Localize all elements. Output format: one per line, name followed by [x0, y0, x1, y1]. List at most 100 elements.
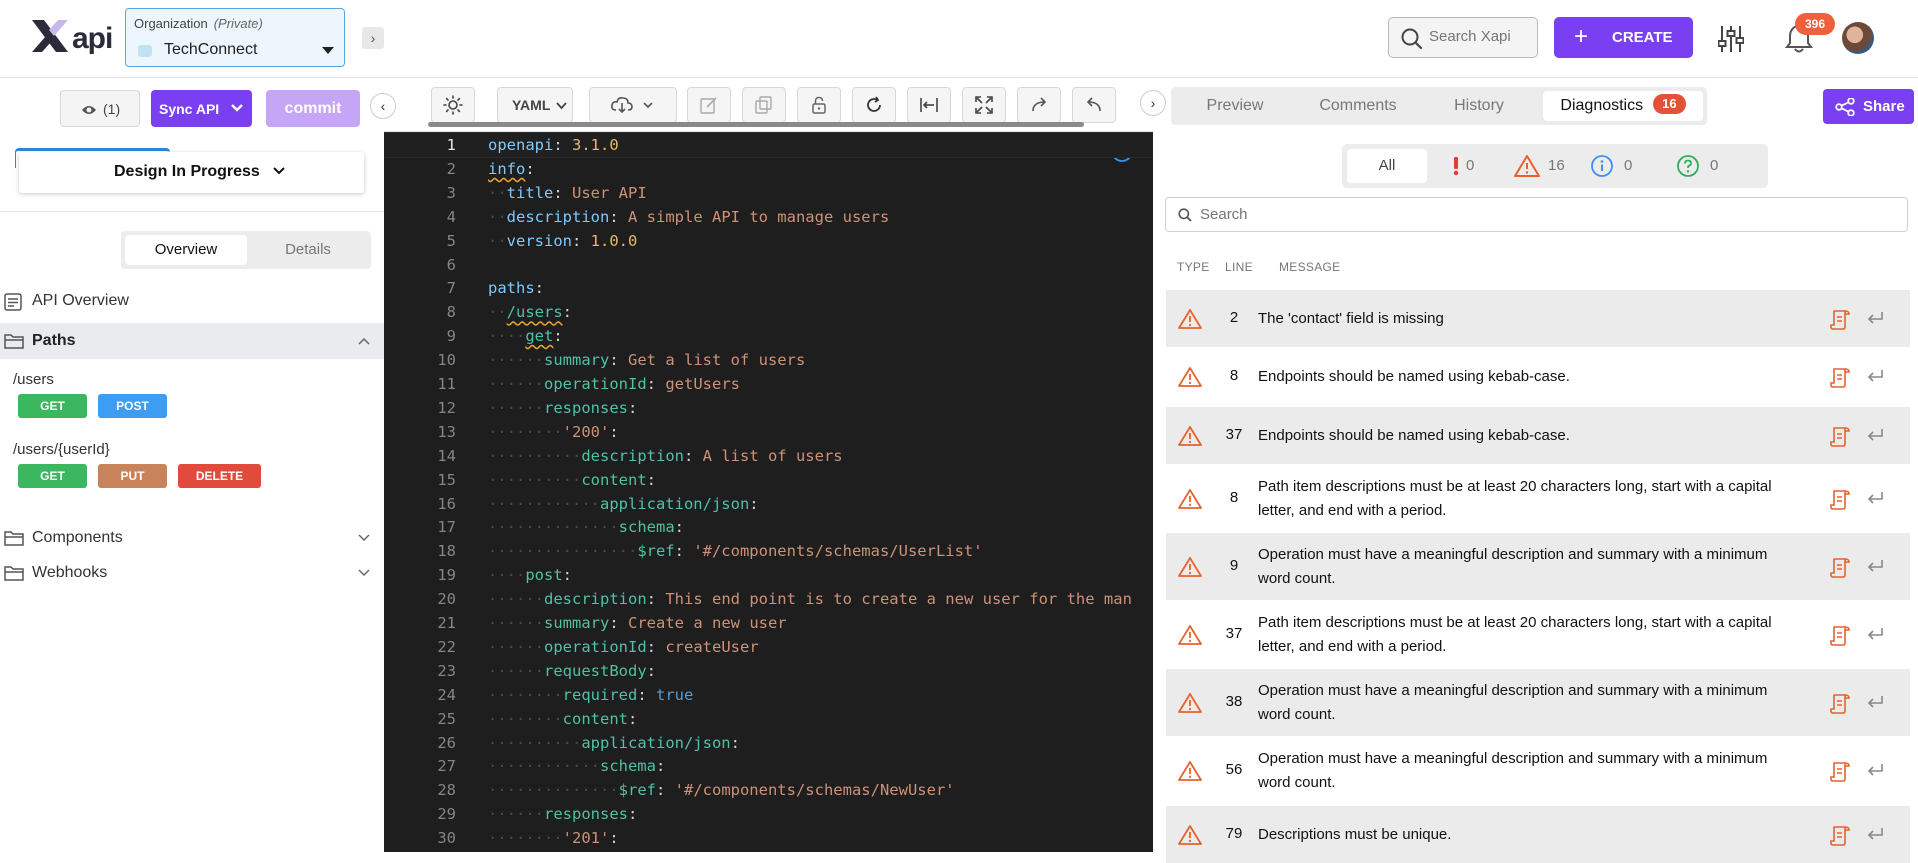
tab-preview[interactable]: Preview: [1175, 91, 1295, 121]
edit-button[interactable]: [687, 87, 731, 123]
method-post-button[interactable]: POST: [98, 394, 167, 418]
code-line[interactable]: 8 ··/users:: [384, 300, 1153, 324]
filter-errors[interactable]: 0: [1438, 149, 1490, 183]
tab-history[interactable]: History: [1421, 91, 1537, 121]
go-to-line-icon[interactable]: [1866, 368, 1884, 384]
method-get-button[interactable]: GET: [18, 464, 87, 488]
fit-width-button[interactable]: [907, 87, 951, 123]
rule-doc-icon[interactable]: [1830, 426, 1852, 448]
rule-doc-icon[interactable]: [1830, 825, 1852, 847]
code-line[interactable]: 13 ········'200':: [384, 420, 1153, 444]
go-to-line-icon[interactable]: [1866, 762, 1884, 778]
rule-doc-icon[interactable]: [1830, 557, 1852, 579]
go-to-line-icon[interactable]: [1866, 694, 1884, 710]
code-line[interactable]: 24 ········required: true: [384, 683, 1153, 707]
filter-hints[interactable]: 0: [1672, 149, 1732, 183]
code-line[interactable]: 25 ········content:: [384, 707, 1153, 731]
user-avatar[interactable]: [1842, 22, 1874, 54]
sync-api-button[interactable]: Sync API: [151, 90, 252, 127]
diagnostic-row[interactable]: 37 Endpoints should be named using kebab-…: [1166, 407, 1910, 464]
status-dropdown[interactable]: Design In Progress: [19, 152, 364, 193]
diagnostic-row[interactable]: 9 Operation must have a meaningful descri…: [1166, 533, 1910, 600]
path-users-userid[interactable]: /users/{userId}: [13, 441, 110, 458]
xapi-logo[interactable]: api: [28, 16, 113, 56]
share-button[interactable]: Share: [1823, 89, 1914, 124]
code-line[interactable]: 17 ··············schema:: [384, 515, 1153, 539]
diagnostics-search-input[interactable]: [1200, 206, 1890, 223]
global-search[interactable]: [1388, 17, 1538, 58]
code-line[interactable]: 18 ················$ref: '#/components/sc…: [384, 539, 1153, 563]
go-to-line-icon[interactable]: [1866, 558, 1884, 574]
diagnostic-row[interactable]: 56 Operation must have a meaningful descr…: [1166, 737, 1910, 804]
code-line[interactable]: 9 ····get:: [384, 324, 1153, 348]
rule-doc-icon[interactable]: [1830, 367, 1852, 389]
code-line[interactable]: 29 ······responses:: [384, 802, 1153, 826]
theme-toggle-button[interactable]: [431, 87, 475, 123]
undo-button[interactable]: [1072, 87, 1116, 123]
diagnostic-row[interactable]: 8 Path item descriptions must be at least…: [1166, 465, 1910, 532]
diagnostic-row[interactable]: 38 Operation must have a meaningful descr…: [1166, 669, 1910, 736]
redo-button[interactable]: [1017, 87, 1061, 123]
code-line[interactable]: 7 paths:: [384, 276, 1153, 300]
code-area[interactable]: 1 openapi: 3.1.0 2 info: 3 ··title: User API 4…: [384, 132, 1153, 852]
code-line[interactable]: 4 ··description: A simple API to manage u…: [384, 205, 1153, 229]
code-line[interactable]: 12 ······responses:: [384, 396, 1153, 420]
download-button[interactable]: [589, 87, 677, 123]
code-line[interactable]: 15 ··········content:: [384, 468, 1153, 492]
copy-button[interactable]: [742, 87, 786, 123]
code-line[interactable]: 20 ······description: This end point is t…: [384, 587, 1153, 611]
code-line[interactable]: 30 ········'201':: [384, 826, 1153, 850]
commit-button[interactable]: commit: [266, 90, 360, 127]
go-to-line-icon[interactable]: [1866, 310, 1884, 326]
nav-paths[interactable]: Paths: [0, 323, 384, 359]
code-line[interactable]: 1 openapi: 3.1.0: [384, 132, 1153, 158]
tab-details[interactable]: Details: [247, 235, 369, 265]
filter-warnings[interactable]: 16: [1510, 149, 1570, 183]
refresh-button[interactable]: [852, 87, 896, 123]
method-get-button[interactable]: GET: [18, 394, 87, 418]
tab-overview[interactable]: Overview: [125, 235, 247, 265]
organization-selector[interactable]: Organization (Private) TechConnect: [125, 8, 345, 67]
code-line[interactable]: 14 ··········description: A list of users: [384, 444, 1153, 468]
diagnostic-row[interactable]: 8 Endpoints should be named using kebab-c…: [1166, 348, 1910, 405]
go-to-line-icon[interactable]: [1866, 626, 1884, 642]
code-line[interactable]: 19 ····post:: [384, 563, 1153, 587]
rule-doc-icon[interactable]: [1830, 625, 1852, 647]
go-to-line-icon[interactable]: [1866, 826, 1884, 842]
code-line[interactable]: 10 ······summary: Get a list of users: [384, 348, 1153, 372]
nav-webhooks[interactable]: Webhooks: [0, 555, 384, 591]
tab-comments[interactable]: Comments: [1295, 91, 1421, 121]
code-line[interactable]: 16 ············application/json:: [384, 492, 1153, 516]
code-line[interactable]: 5 ··version: 1.0.0: [384, 229, 1153, 253]
code-line[interactable]: 21 ······summary: Create a new user: [384, 611, 1153, 635]
code-line[interactable]: 23 ······requestBody:: [384, 659, 1153, 683]
nav-components[interactable]: Components: [0, 520, 384, 556]
path-users[interactable]: /users: [13, 371, 54, 388]
collapse-right-panel-icon[interactable]: ›: [1140, 90, 1166, 116]
filter-all[interactable]: All: [1347, 149, 1427, 183]
fullscreen-button[interactable]: [962, 87, 1006, 123]
nav-api-overview[interactable]: API Overview: [0, 283, 384, 319]
watch-button[interactable]: (1): [60, 90, 140, 127]
code-line[interactable]: 28 ··············$ref: '#/components/sche…: [384, 778, 1153, 802]
filter-info[interactable]: 0: [1586, 149, 1646, 183]
code-editor[interactable]: YAML › 1 openapi: 3.1.0 2 info: 3 ··titl…: [384, 78, 1166, 852]
code-line[interactable]: 26 ··········application/json:: [384, 731, 1153, 755]
method-delete-button[interactable]: DELETE: [178, 464, 261, 488]
code-line[interactable]: 27 ············schema:: [384, 754, 1153, 778]
diagnostic-row[interactable]: 37 Path item descriptions must be at leas…: [1166, 601, 1910, 668]
rule-doc-icon[interactable]: [1830, 309, 1852, 331]
code-line[interactable]: 22 ······operationId: createUser: [384, 635, 1153, 659]
go-to-line-icon[interactable]: [1866, 427, 1884, 443]
chevron-right-icon[interactable]: ›: [362, 27, 384, 49]
code-line[interactable]: 11 ······operationId: getUsers: [384, 372, 1153, 396]
method-put-button[interactable]: PUT: [98, 464, 167, 488]
code-line[interactable]: 2 info:: [384, 157, 1153, 181]
go-to-line-icon[interactable]: [1866, 490, 1884, 506]
rule-doc-icon[interactable]: [1830, 489, 1852, 511]
tab-diagnostics[interactable]: Diagnostics 16: [1543, 91, 1703, 121]
collapse-left-panel-icon[interactable]: ‹: [370, 93, 396, 119]
toolbar-scrollbar[interactable]: [428, 122, 1084, 127]
global-search-input[interactable]: [1429, 28, 1529, 45]
code-line[interactable]: 6: [384, 253, 1153, 277]
